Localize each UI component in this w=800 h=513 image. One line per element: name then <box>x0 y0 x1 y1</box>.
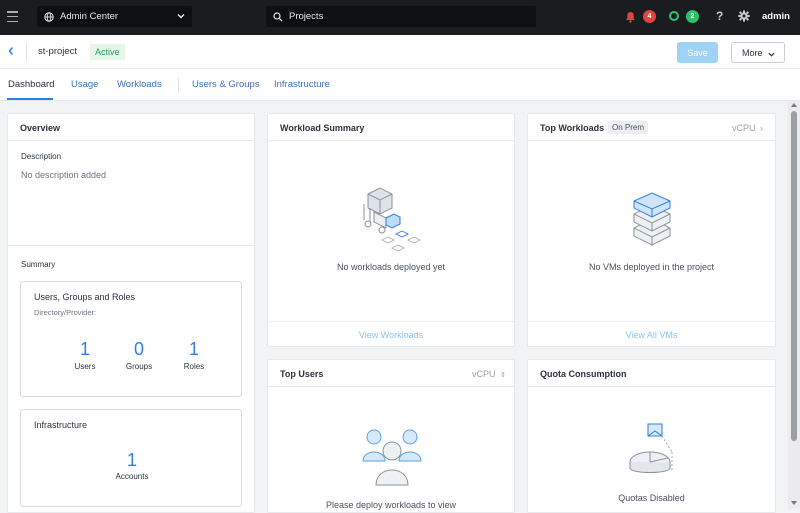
more-dropdown-button[interactable]: More <box>731 42 785 63</box>
metric-selector[interactable]: vCPU ⇕ <box>472 369 506 379</box>
scroll-up-arrow-icon[interactable] <box>791 103 797 107</box>
workload-summary-card: Workload Summary No workloads deployed y… <box>267 113 515 347</box>
tab-bar: Dashboard Usage Workloads Users & Groups… <box>0 69 800 101</box>
status-badge: Active <box>90 44 125 60</box>
accounts-label: Accounts <box>115 472 149 481</box>
tab-users-groups[interactable]: Users & Groups <box>192 79 260 90</box>
view-workloads-link[interactable]: View Workloads <box>268 330 514 340</box>
tasks-ring-icon[interactable] <box>669 11 679 21</box>
user-menu[interactable]: admin <box>762 11 790 22</box>
hamburger-menu-icon[interactable] <box>7 11 18 22</box>
card-divider <box>528 386 775 387</box>
users-label: Users <box>74 362 96 371</box>
page-header: st-project Active Save More <box>0 35 800 69</box>
scrollbar-thumb[interactable] <box>791 111 797 441</box>
quota-title: Quota Consumption <box>540 369 627 379</box>
save-button[interactable]: Save <box>677 42 718 63</box>
top-navigation-bar: Admin Center Projects 4 2 ? admin <box>0 0 800 35</box>
globe-icon <box>44 11 54 22</box>
alerts-count-badge[interactable]: 4 <box>643 10 656 23</box>
tab-dashboard[interactable]: Dashboard <box>8 79 54 90</box>
summary-label: Summary <box>21 260 56 269</box>
card-divider <box>8 140 254 141</box>
users-groups-roles-box: Users, Groups and Roles Directory/Provid… <box>20 281 242 397</box>
chevron-down-icon <box>768 50 775 60</box>
quota-consumption-card: Quota Consumption Quotas Disabled <box>527 359 776 513</box>
tab-divider <box>178 78 179 92</box>
vms-empty-text: No VMs deployed in the project <box>588 262 715 272</box>
ugr-title: Users, Groups and Roles <box>34 292 136 302</box>
card-divider <box>268 386 514 387</box>
provider-label: Directory/Provider: <box>34 308 97 317</box>
card-divider <box>528 140 775 141</box>
workload-summary-title: Workload Summary <box>280 123 365 133</box>
tab-infrastructure[interactable]: Infrastructure <box>274 79 330 90</box>
metric-selector[interactable]: vCPU › <box>732 123 763 133</box>
tasks-count-badge[interactable]: 2 <box>686 10 699 23</box>
workloads-empty-text: No workloads deployed yet <box>336 262 446 272</box>
help-icon[interactable]: ? <box>716 9 723 23</box>
tab-workloads[interactable]: Workloads <box>117 79 162 90</box>
search-icon <box>273 11 283 22</box>
top-workloads-title: Top Workloads <box>540 123 605 133</box>
infrastructure-box: Infrastructure 1 Accounts <box>20 409 242 507</box>
stacked-vms-icon <box>632 192 672 250</box>
card-footer-divider <box>528 321 775 322</box>
more-button-label: More <box>742 47 763 58</box>
infrastructure-title: Infrastructure <box>34 420 88 430</box>
description-label: Description <box>21 152 62 161</box>
on-prem-badge: On Prem <box>608 121 649 134</box>
top-users-card: Top Users vCPU ⇕ Please deploy workloads… <box>267 359 515 513</box>
overview-title: Overview <box>20 123 61 133</box>
tab-usage[interactable]: Usage <box>71 79 98 90</box>
card-divider <box>268 140 514 141</box>
chevron-down-icon <box>177 12 185 23</box>
search-input-value: Projects <box>289 11 324 22</box>
top-workloads-card: Top Workloads On Prem vCPU › No VMs depl… <box>527 113 776 347</box>
view-all-vms-link[interactable]: View All VMs <box>528 330 775 340</box>
section-divider <box>8 245 254 246</box>
users-count[interactable]: 1 <box>65 339 105 360</box>
sort-icon: ⇕ <box>500 372 506 379</box>
card-footer-divider <box>268 321 514 322</box>
gear-icon[interactable] <box>738 10 750 24</box>
back-chevron-icon[interactable] <box>7 46 15 58</box>
groups-label: Groups <box>125 362 153 371</box>
page-scrollbar[interactable] <box>788 101 800 509</box>
users-group-icon <box>362 427 422 491</box>
top-users-title: Top Users <box>280 369 324 379</box>
forklift-icon <box>360 186 424 254</box>
chevron-right-icon: › <box>760 123 764 133</box>
active-tab-indicator <box>7 98 53 100</box>
project-title: st-project <box>38 46 78 57</box>
app-switcher-label: Admin Center <box>60 11 119 22</box>
overview-card: Overview Description No description adde… <box>7 113 255 513</box>
pie-chart-icon <box>628 422 680 482</box>
accounts-count[interactable]: 1 <box>112 450 152 471</box>
roles-count[interactable]: 1 <box>174 339 214 360</box>
app-switcher-dropdown[interactable]: Admin Center <box>37 6 192 27</box>
roles-label: Roles <box>183 362 205 371</box>
description-value: No description added <box>21 170 107 180</box>
bell-icon[interactable] <box>625 11 636 25</box>
scroll-down-arrow-icon[interactable] <box>791 501 797 505</box>
header-divider <box>26 43 27 61</box>
metric-label: vCPU <box>732 123 756 133</box>
global-search-input[interactable]: Projects <box>266 6 536 27</box>
quotas-disabled-text: Quotas Disabled <box>618 493 685 503</box>
groups-count[interactable]: 0 <box>119 339 159 360</box>
metric-label: vCPU <box>472 369 496 379</box>
